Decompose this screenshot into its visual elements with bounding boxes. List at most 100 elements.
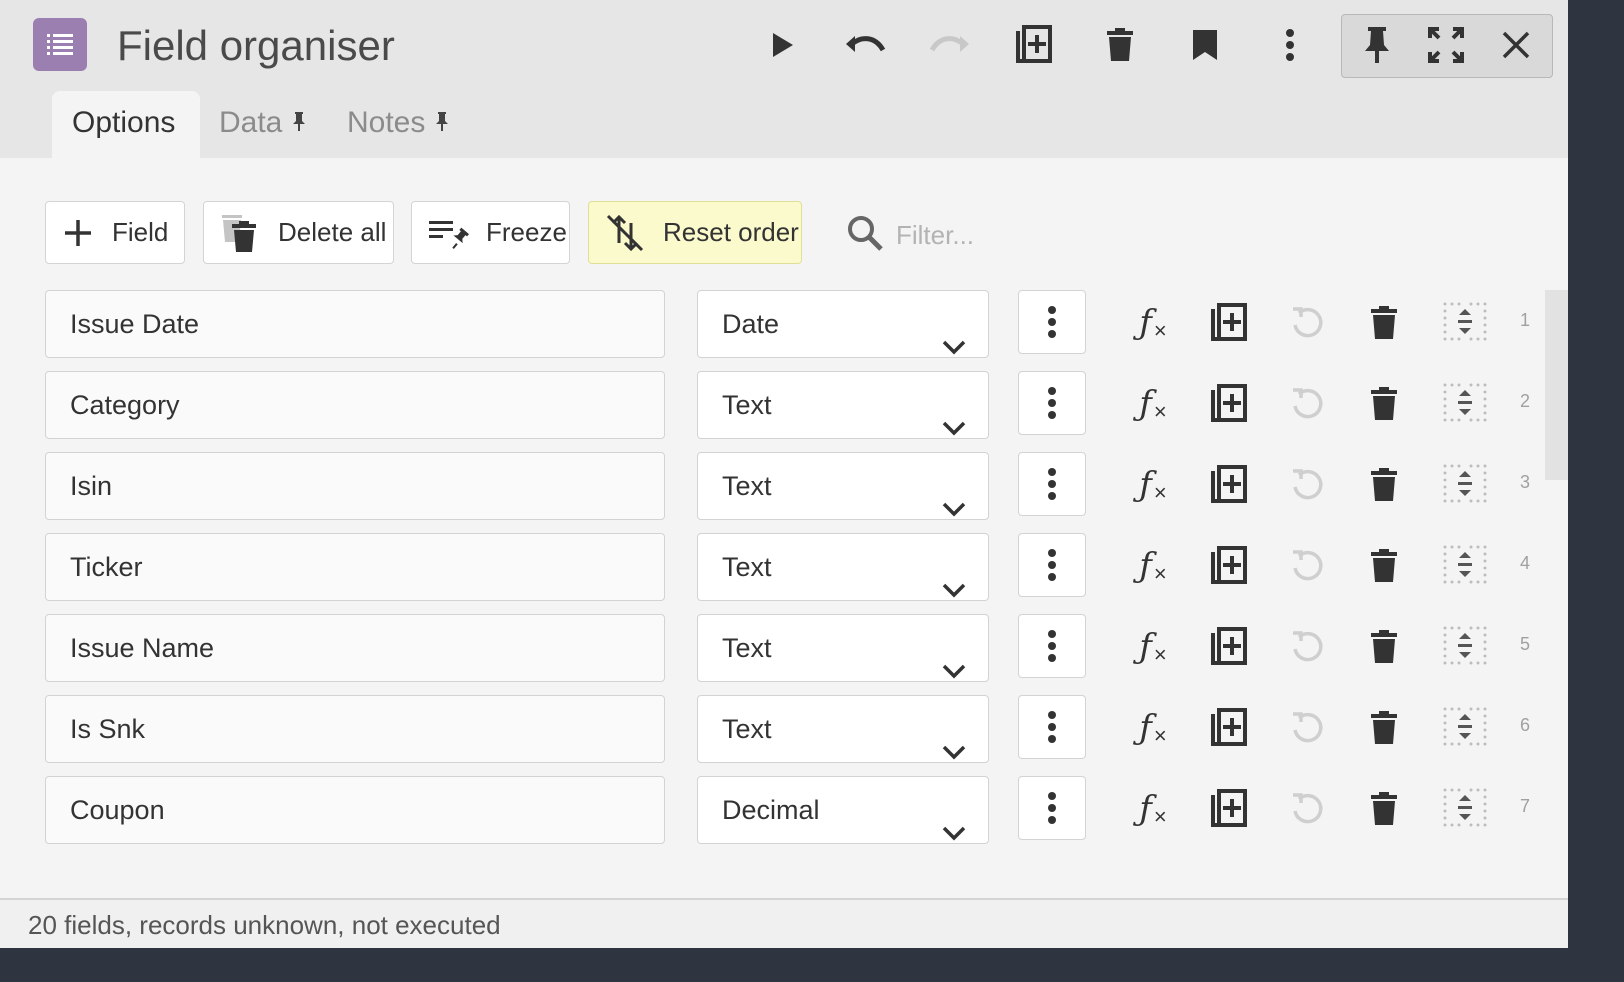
reset-field-button[interactable]	[1282, 460, 1332, 510]
delete-field-button[interactable]	[1359, 460, 1409, 510]
redo-button[interactable]	[925, 20, 975, 70]
reset-field-button[interactable]	[1282, 784, 1332, 834]
trash-multiple-icon	[212, 212, 268, 254]
duplicate-field-button[interactable]	[1204, 460, 1254, 510]
drag-handle[interactable]	[1440, 784, 1490, 834]
drag-handle[interactable]	[1440, 622, 1490, 672]
duplicate-icon	[1211, 546, 1247, 584]
pin-icon	[292, 92, 306, 156]
duplicate-field-button[interactable]	[1204, 379, 1254, 429]
run-button[interactable]	[757, 20, 807, 70]
delete-field-button[interactable]	[1359, 298, 1409, 348]
pin-button[interactable]	[1352, 20, 1402, 70]
close-button[interactable]	[1491, 20, 1541, 70]
freeze-button[interactable]: Freeze	[411, 201, 570, 264]
search-icon	[846, 214, 884, 257]
drag-handle[interactable]	[1440, 460, 1490, 510]
reset-icon	[1293, 631, 1323, 662]
duplicate-field-button[interactable]	[1204, 784, 1254, 834]
add-field-button[interactable]: Field	[45, 201, 185, 264]
formula-button[interactable]: ƒ×	[1128, 784, 1178, 834]
reset-order-button[interactable]: Reset order	[588, 201, 802, 264]
field-type-select[interactable]: Text	[697, 695, 989, 763]
field-type-select[interactable]: Text	[697, 371, 989, 439]
field-menu-button[interactable]	[1018, 776, 1086, 840]
drag-handle[interactable]	[1440, 379, 1490, 429]
formula-button[interactable]: ƒ×	[1128, 541, 1178, 591]
delete-field-button[interactable]	[1359, 622, 1409, 672]
undo-button[interactable]	[840, 20, 890, 70]
delete-field-button[interactable]	[1359, 784, 1409, 834]
maximize-button[interactable]	[1421, 20, 1471, 70]
more-button[interactable]	[1265, 20, 1315, 70]
tab-notes[interactable]: Notes	[347, 91, 449, 158]
list-icon	[33, 18, 87, 71]
delete-all-button[interactable]: Delete all	[203, 201, 394, 264]
delete-button[interactable]	[1095, 20, 1145, 70]
field-menu-button[interactable]	[1018, 533, 1086, 597]
duplicate-button[interactable]	[1009, 20, 1059, 70]
reset-field-button[interactable]	[1282, 298, 1332, 348]
drag-handle[interactable]	[1440, 298, 1490, 348]
formula-button[interactable]: ƒ×	[1128, 298, 1178, 348]
drag-handle[interactable]	[1440, 703, 1490, 753]
reset-field-button[interactable]	[1282, 703, 1332, 753]
formula-button[interactable]: ƒ×	[1128, 379, 1178, 429]
delete-field-button[interactable]	[1359, 379, 1409, 429]
redo-icon	[929, 36, 969, 52]
more-vertical-icon	[1048, 630, 1056, 662]
field-name-input[interactable]: Category	[45, 371, 665, 439]
bookmark-button[interactable]	[1180, 20, 1230, 70]
reset-field-button[interactable]	[1282, 622, 1332, 672]
delete-field-button[interactable]	[1359, 703, 1409, 753]
filter-input[interactable]	[894, 218, 1038, 252]
duplicate-field-button[interactable]	[1204, 622, 1254, 672]
bookmark-icon	[1193, 30, 1217, 60]
drag-handle-icon	[1443, 464, 1487, 503]
formula-button[interactable]: ƒ×	[1128, 460, 1178, 510]
undo-icon	[846, 36, 886, 52]
field-menu-button[interactable]	[1018, 614, 1086, 678]
field-row: Isin Text ƒ× 3	[0, 452, 1568, 522]
field-menu-button[interactable]	[1018, 371, 1086, 435]
drag-handle-icon	[1443, 626, 1487, 665]
row-number: 6	[1519, 715, 1530, 735]
field-name-input[interactable]: Issue Date	[45, 290, 665, 358]
drag-handle[interactable]	[1440, 541, 1490, 591]
more-vertical-icon	[1048, 792, 1056, 824]
field-type-select[interactable]: Text	[697, 533, 989, 601]
field-name-input[interactable]: Ticker	[45, 533, 665, 601]
field-type-select[interactable]: Date	[697, 290, 989, 358]
reset-field-button[interactable]	[1282, 379, 1332, 429]
formula-button[interactable]: ƒ×	[1128, 703, 1178, 753]
drag-handle-icon	[1443, 788, 1487, 827]
field-type-select[interactable]: Text	[697, 614, 989, 682]
field-type-value: Text	[722, 552, 772, 582]
delete-field-button[interactable]	[1359, 541, 1409, 591]
duplicate-field-button[interactable]	[1204, 298, 1254, 348]
chevron-down-icon	[942, 475, 966, 541]
row-number: 7	[1519, 796, 1530, 816]
duplicate-field-button[interactable]	[1204, 703, 1254, 753]
duplicate-field-button[interactable]	[1204, 541, 1254, 591]
row-number: 4	[1519, 553, 1530, 573]
tab-options[interactable]: Options	[52, 91, 200, 158]
formula-icon: ƒ×	[1139, 383, 1167, 424]
field-name-input[interactable]: Issue Name	[45, 614, 665, 682]
field-menu-button[interactable]	[1018, 695, 1086, 759]
field-name-input[interactable]: Isin	[45, 452, 665, 520]
reset-field-button[interactable]	[1282, 541, 1332, 591]
scrollbar[interactable]	[1545, 290, 1568, 480]
field-menu-button[interactable]	[1018, 290, 1086, 354]
field-menu-button[interactable]	[1018, 452, 1086, 516]
formula-button[interactable]: ƒ×	[1128, 622, 1178, 672]
field-type-value: Text	[722, 471, 772, 501]
field-name-input[interactable]: Coupon	[45, 776, 665, 844]
drag-handle-icon	[1443, 707, 1487, 746]
field-type-select[interactable]: Text	[697, 452, 989, 520]
field-type-select[interactable]: Decimal	[697, 776, 989, 844]
tab-data[interactable]: Data	[219, 91, 306, 158]
more-vertical-icon	[1048, 306, 1056, 338]
field-name-input[interactable]: Is Snk	[45, 695, 665, 763]
formula-icon: ƒ×	[1139, 302, 1167, 343]
